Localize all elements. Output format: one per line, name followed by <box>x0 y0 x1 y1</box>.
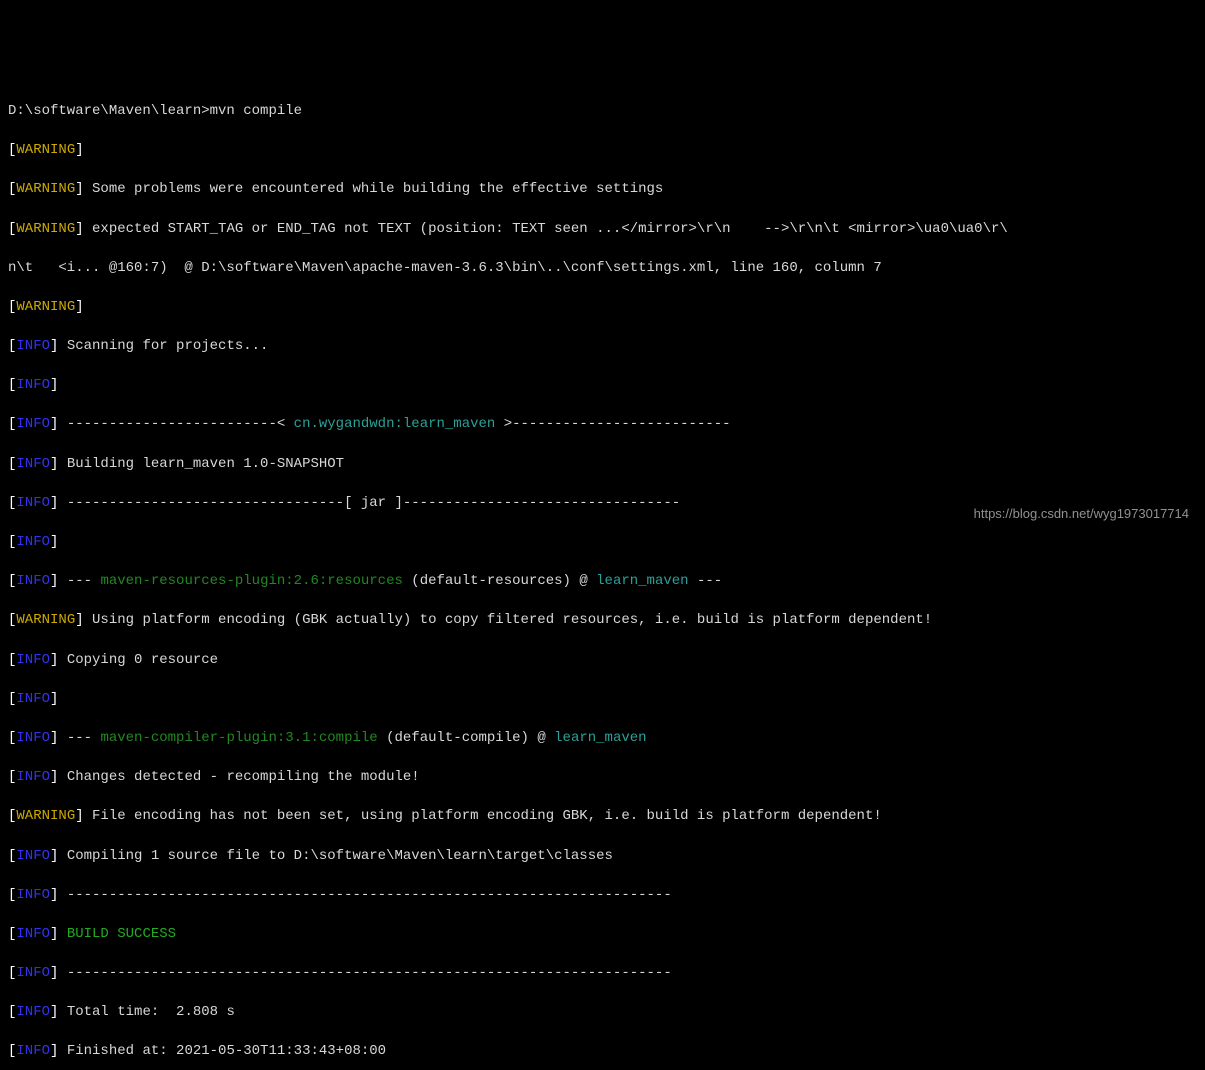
log-line: [WARNING] Using platform encoding (GBK a… <box>8 611 1197 631</box>
log-line: n\t <i... @160:7) @ D:\software\Maven\ap… <box>8 259 1197 279</box>
log-line: [INFO] Total time: 2.808 s <box>8 1003 1197 1023</box>
log-line: [WARNING] File encoding has not been set… <box>8 807 1197 827</box>
terminal-output: D:\software\Maven\learn>mvn compile [WAR… <box>8 82 1197 1070</box>
log-line: [INFO] <box>8 690 1197 710</box>
log-line: [WARNING] expected START_TAG or END_TAG … <box>8 220 1197 240</box>
log-line: [INFO] Finished at: 2021-05-30T11:33:43+… <box>8 1042 1197 1062</box>
log-line: [WARNING] <box>8 141 1197 161</box>
log-line: [INFO] --- maven-resources-plugin:2.6:re… <box>8 572 1197 592</box>
log-line: [INFO] <box>8 533 1197 553</box>
log-line: [INFO] Building learn_maven 1.0-SNAPSHOT <box>8 455 1197 475</box>
watermark: https://blog.csdn.net/wyg1973017714 <box>974 505 1189 523</box>
command-prompt: D:\software\Maven\learn>mvn compile <box>8 102 1197 122</box>
log-line: [INFO] BUILD SUCCESS <box>8 925 1197 945</box>
log-line: [INFO] Copying 0 resource <box>8 651 1197 671</box>
log-line: [INFO] Compiling 1 source file to D:\sof… <box>8 847 1197 867</box>
log-line: [INFO] --- maven-compiler-plugin:3.1:com… <box>8 729 1197 749</box>
log-line: [INFO] ---------------------------------… <box>8 886 1197 906</box>
build-success: BUILD SUCCESS <box>67 926 176 942</box>
log-line: [INFO] ---------------------------------… <box>8 964 1197 984</box>
log-line: [INFO] Changes detected - recompiling th… <box>8 768 1197 788</box>
log-line: [INFO] -------------------------< cn.wyg… <box>8 415 1197 435</box>
log-line: [WARNING] <box>8 298 1197 318</box>
log-line: [INFO] Scanning for projects... <box>8 337 1197 357</box>
log-line: [WARNING] Some problems were encountered… <box>8 180 1197 200</box>
log-line: [INFO] <box>8 376 1197 396</box>
